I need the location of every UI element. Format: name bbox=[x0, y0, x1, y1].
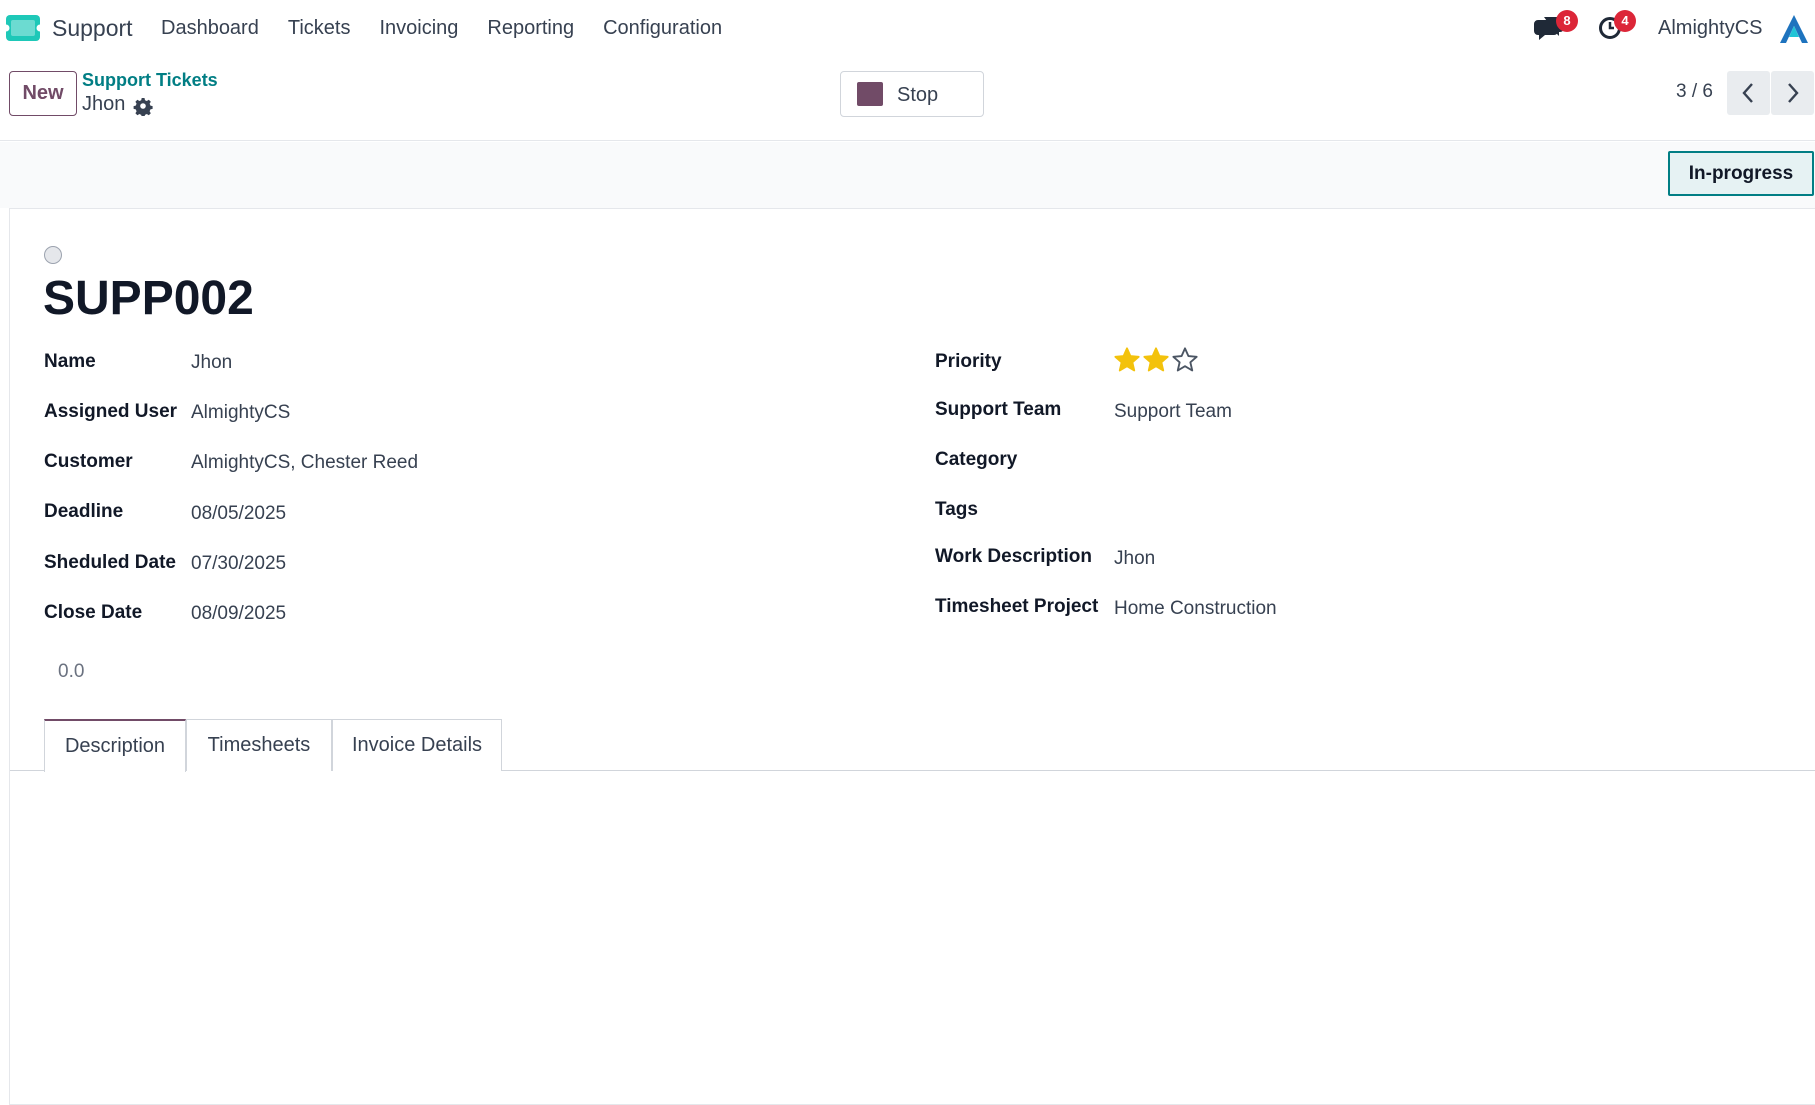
menu-invoicing[interactable]: Invoicing bbox=[379, 17, 458, 40]
menu-dashboard[interactable]: Dashboard bbox=[161, 17, 259, 40]
company-logo-icon[interactable] bbox=[1777, 13, 1811, 45]
field-label-work-description: Work Description bbox=[935, 546, 1092, 567]
field-label-tags: Tags bbox=[935, 499, 978, 520]
gear-icon[interactable] bbox=[133, 96, 153, 116]
field-label-close-date: Close Date bbox=[44, 602, 143, 623]
user-menu[interactable]: AlmightyCS bbox=[1658, 17, 1762, 40]
chevron-right-icon bbox=[1788, 83, 1799, 103]
star-icon[interactable] bbox=[1113, 346, 1141, 374]
menu-tickets[interactable]: Tickets bbox=[288, 17, 351, 40]
tab-invoice-details[interactable]: Invoice Details bbox=[332, 719, 502, 771]
field-label-category: Category bbox=[935, 449, 1018, 470]
breadcrumb-support-tickets[interactable]: Support Tickets bbox=[82, 70, 218, 91]
activities-badge: 4 bbox=[1614, 10, 1636, 32]
pager-value[interactable]: 3 / 6 bbox=[1676, 81, 1713, 103]
field-work-description[interactable]: Jhon bbox=[1114, 548, 1155, 570]
field-support-team[interactable]: Support Team bbox=[1114, 401, 1232, 423]
support-app-icon[interactable] bbox=[5, 14, 41, 42]
breadcrumb-current-record: Jhon bbox=[82, 93, 126, 115]
form-sheet: SUPP002 Name Jhon Assigned User Almighty… bbox=[9, 208, 1815, 1105]
star-icon[interactable] bbox=[1171, 346, 1199, 374]
field-label-deadline: Deadline bbox=[44, 501, 124, 522]
new-button[interactable]: New bbox=[9, 71, 77, 116]
menu-configuration[interactable]: Configuration bbox=[603, 17, 722, 40]
priority-stars[interactable] bbox=[1113, 346, 1200, 374]
field-close-date[interactable]: 08/09/2025 bbox=[191, 603, 286, 625]
notebook-tabs: Description Timesheets Invoice Details bbox=[10, 719, 1815, 772]
field-timesheet-project[interactable]: Home Construction bbox=[1114, 598, 1277, 620]
stop-label: Stop bbox=[897, 84, 939, 106]
menu-reporting[interactable]: Reporting bbox=[487, 17, 574, 40]
main-menu: Dashboard Tickets Invoicing Reporting Co… bbox=[161, 17, 751, 40]
field-label-name: Name bbox=[44, 351, 96, 372]
hours-value: 0.0 bbox=[58, 661, 85, 682]
app-name[interactable]: Support bbox=[52, 15, 133, 42]
field-label-support-team: Support Team bbox=[935, 399, 1062, 420]
control-panel: New Support Tickets Jhon Stop 3 / 6 bbox=[0, 57, 1815, 141]
field-label-timesheet-project: Timesheet Project bbox=[935, 596, 1099, 617]
ticket-reference: SUPP002 bbox=[43, 272, 254, 325]
messages-badge: 8 bbox=[1556, 10, 1578, 32]
field-label-customer: Customer bbox=[44, 451, 133, 472]
stop-timer-button[interactable]: Stop bbox=[840, 71, 984, 117]
field-deadline[interactable]: 08/05/2025 bbox=[191, 503, 286, 525]
field-scheduled-date[interactable]: 07/30/2025 bbox=[191, 553, 286, 575]
chevron-left-icon bbox=[1742, 83, 1753, 103]
statusbar: In-progress bbox=[0, 142, 1815, 208]
field-label-scheduled-date: Sheduled Date bbox=[44, 552, 176, 573]
tab-description[interactable]: Description bbox=[44, 719, 186, 772]
status-in-progress-button[interactable]: In-progress bbox=[1668, 151, 1814, 196]
stop-icon bbox=[857, 82, 883, 106]
field-assigned-user[interactable]: AlmightyCS bbox=[191, 402, 290, 424]
field-name[interactable]: Jhon bbox=[191, 352, 232, 374]
top-navbar: Support Dashboard Tickets Invoicing Repo… bbox=[0, 0, 1815, 57]
kanban-state-indicator[interactable] bbox=[44, 246, 62, 264]
pager-previous-button[interactable] bbox=[1727, 71, 1770, 115]
pager-next-button[interactable] bbox=[1771, 71, 1814, 115]
field-label-priority: Priority bbox=[935, 351, 1002, 372]
star-icon[interactable] bbox=[1142, 346, 1170, 374]
field-label-assigned-user: Assigned User bbox=[44, 401, 178, 422]
tab-timesheets[interactable]: Timesheets bbox=[186, 719, 332, 771]
description-editor[interactable] bbox=[10, 772, 1815, 1102]
field-customer[interactable]: AlmightyCS, Chester Reed bbox=[191, 452, 418, 474]
